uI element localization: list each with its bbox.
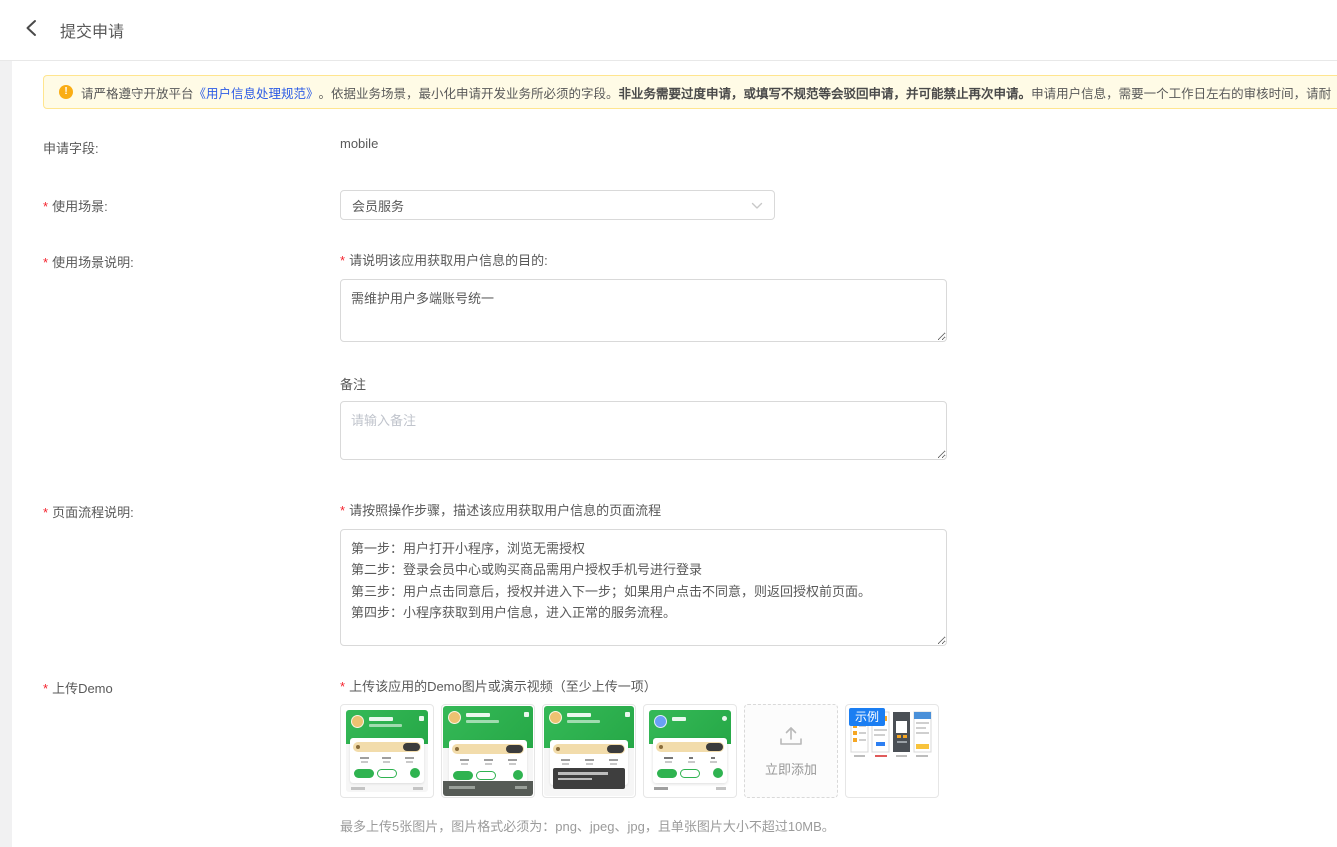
- demo-image-1: [346, 710, 428, 792]
- warning-banner: 请严格遵守开放平台《用户信息处理规范》。依据业务场景，最小化申请开发业务所必须的…: [43, 75, 1337, 109]
- usage-scene-label: 使用场景:: [43, 196, 340, 215]
- row-upload-demo: 上传Demo 上传该应用的Demo图片或演示视频（至少上传一项）: [43, 676, 1337, 835]
- alert-text-prefix: 请严格遵守开放平台: [81, 83, 194, 102]
- apply-field-value: mobile: [340, 136, 378, 151]
- add-demo-upload-button[interactable]: 立即添加: [744, 704, 838, 798]
- page-flow-label: 页面流程说明:: [43, 500, 340, 521]
- page-header: 提交申请: [0, 0, 1337, 61]
- upload-demo-label: 上传Demo: [43, 676, 340, 697]
- page-flow-controls: 请按照操作步骤，描述该应用获取用户信息的页面流程 第一步：用户打开小程序，浏览无…: [340, 500, 947, 646]
- usage-scene-selected-value: 会员服务: [352, 196, 404, 215]
- demo-thumbnail-1[interactable]: [340, 704, 434, 798]
- page-title: 提交申请: [60, 18, 124, 42]
- upload-demo-controls: 上传该应用的Demo图片或演示视频（至少上传一项）: [340, 676, 939, 835]
- purpose-textarea[interactable]: 需维护用户多端账号统一: [340, 279, 947, 342]
- page-flow-hint-label: 请按照操作步骤，描述该应用获取用户信息的页面流程: [340, 500, 947, 519]
- example-card[interactable]: 示例: [845, 704, 939, 798]
- alert-text-suffix: 申请用户信息，需要一个工作日左右的审核时间，请耐: [1031, 83, 1331, 102]
- remark-textarea[interactable]: [340, 401, 947, 460]
- demo-thumbnail-3[interactable]: [542, 704, 636, 798]
- scene-desc-controls: 请说明该应用获取用户信息的目的: 需维护用户多端账号统一 备注: [340, 250, 947, 460]
- form-panel: 请严格遵守开放平台《用户信息处理规范》。依据业务场景，最小化申请开发业务所必须的…: [0, 61, 1337, 835]
- demo-image-2: [443, 706, 533, 796]
- apply-field-label: 申请字段:: [43, 136, 340, 157]
- alert-text-bold: 非业务需要过度申请，或填写不规范等会驳回申请，并可能禁止再次申请。: [619, 83, 1032, 102]
- upload-icon: [778, 724, 804, 751]
- usage-scene-select[interactable]: 会员服务: [340, 190, 775, 220]
- upload-note: 最多上传5张图片，图片格式必须为：png、jpeg、jpg，且单张图片大小不超过…: [340, 816, 939, 835]
- upload-hint-label: 上传该应用的Demo图片或演示视频（至少上传一项）: [340, 676, 939, 695]
- demo-thumbnail-2[interactable]: [441, 704, 535, 798]
- row-apply-field: 申请字段: mobile: [43, 136, 1337, 157]
- row-page-flow: 页面流程说明: 请按照操作步骤，描述该应用获取用户信息的页面流程 第一步：用户打…: [43, 500, 1337, 646]
- chevron-down-icon: [751, 198, 763, 213]
- purpose-hint-label: 请说明该应用获取用户信息的目的:: [340, 250, 947, 269]
- row-usage-scene: 使用场景: 会员服务: [43, 190, 1337, 220]
- back-button[interactable]: [18, 16, 46, 44]
- demo-image-3: [544, 706, 634, 796]
- row-scene-description: 使用场景说明: 请说明该应用获取用户信息的目的: 需维护用户多端账号统一 备注: [43, 250, 1337, 460]
- add-demo-label: 立即添加: [765, 759, 817, 778]
- example-badge: 示例: [849, 708, 885, 726]
- left-gutter: [0, 61, 12, 847]
- demo-thumbnail-4[interactable]: [643, 704, 737, 798]
- scene-desc-label: 使用场景说明:: [43, 250, 340, 271]
- tooltip-overlay: [553, 768, 625, 789]
- remark-label: 备注: [340, 374, 947, 393]
- warning-icon: [59, 85, 73, 99]
- user-info-policy-link[interactable]: 《用户信息处理规范》: [194, 83, 319, 102]
- demo-thumbnail-list: 立即添加 示例: [340, 704, 939, 798]
- chevron-left-icon: [23, 19, 41, 42]
- alert-text-middle: 。依据业务场景，最小化申请开发业务所必须的字段。: [319, 83, 619, 102]
- page-flow-textarea[interactable]: 第一步：用户打开小程序，浏览无需授权 第二步：登录会员中心或购买商品需用户授权手…: [340, 529, 947, 646]
- submit-application-page: 提交申请 请严格遵守开放平台《用户信息处理规范》。依据业务场景，最小化申请开发业…: [0, 0, 1337, 847]
- demo-image-4: [649, 710, 731, 792]
